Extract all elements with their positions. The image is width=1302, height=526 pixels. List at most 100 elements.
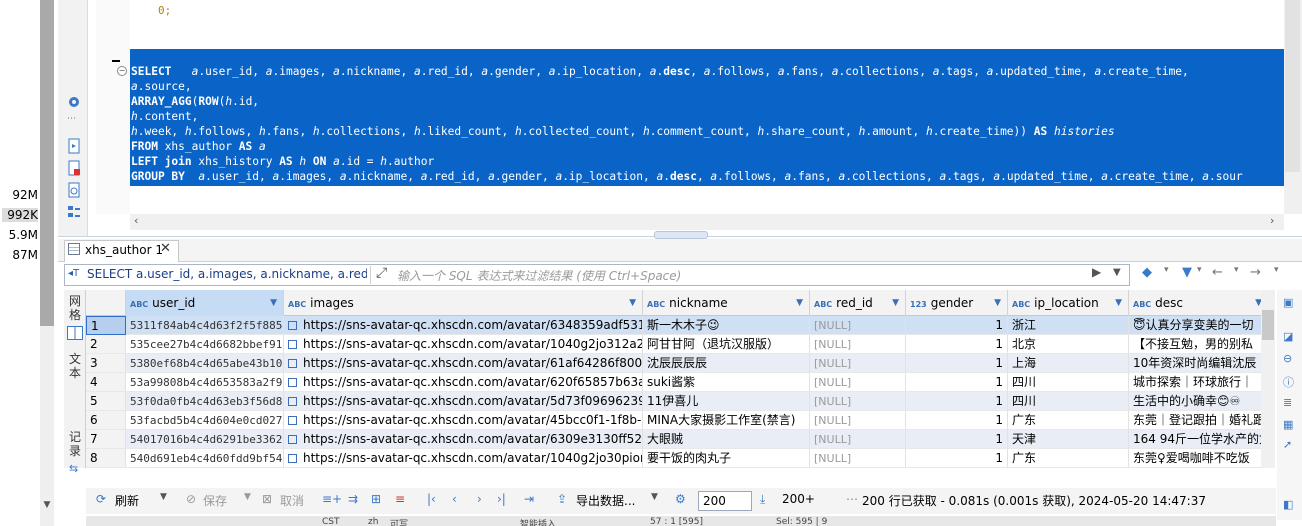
sort-icon[interactable]: ▼ — [994, 290, 1001, 316]
cell-images[interactable]: https://sns-avatar-qc.xhscdn.com/avatar/… — [284, 316, 643, 335]
apply-filter-icon[interactable]: ▶ — [1092, 265, 1101, 279]
row-number[interactable]: 8 — [86, 449, 126, 468]
column-header-desc[interactable]: ABCdesc▼ — [1129, 290, 1261, 316]
fetch-next-count[interactable]: 200+ — [782, 492, 815, 506]
cell-red-id[interactable]: [NULL] — [810, 392, 906, 411]
cell-ip-location[interactable]: 四川 — [1008, 392, 1129, 411]
cursor-icon[interactable]: ➚ — [1283, 438, 1292, 451]
info-icon[interactable]: ⓘ — [1283, 374, 1294, 390]
sort-icon[interactable]: ▼ — [1115, 290, 1122, 316]
chevron-down-icon[interactable]: ▾ — [1274, 265, 1279, 275]
cell-user-id[interactable]: 5311f84ab4c4d63f2f5f885c — [126, 316, 284, 335]
grid-scroll-thumb[interactable] — [1262, 310, 1274, 340]
cell-nickname[interactable]: 阿甘甘阿（退坑汉服版） — [643, 335, 810, 354]
refresh-button[interactable]: 刷新 — [115, 492, 139, 509]
cell-ip-location[interactable]: 广东 — [1008, 411, 1129, 430]
column-header-nickname[interactable]: ABC nickname ▼ — [643, 290, 810, 316]
first-page-icon[interactable]: |‹ — [427, 492, 436, 506]
gear-icon[interactable]: ⚙ — [675, 492, 686, 506]
cell-ip-location[interactable]: 上海 — [1008, 354, 1129, 373]
cell-desc[interactable]: 城市探索｜环球旅行｜ — [1129, 373, 1261, 392]
value-panel-icon[interactable]: ⊖ — [1283, 352, 1292, 365]
add-row-icon[interactable]: ≡+ — [322, 492, 342, 506]
layout-icon[interactable]: ◧ — [1283, 498, 1293, 511]
editor-horizontal-scrollbar[interactable] — [130, 214, 1284, 230]
cell-gender[interactable]: 1 — [906, 316, 1008, 335]
cell-images[interactable]: https://sns-avatar-qc.xhscdn.com/avatar/… — [284, 335, 643, 354]
cell-desc[interactable]: 10年资深时尚编辑沈辰 — [1129, 354, 1261, 373]
cell-nickname[interactable]: 沈辰辰辰辰 — [643, 354, 810, 373]
cell-gender[interactable]: 1 — [906, 354, 1008, 373]
more-icon[interactable]: ⋯ — [67, 114, 76, 124]
cell-ip-location[interactable]: 天津 — [1008, 430, 1129, 449]
cell-desc[interactable]: 东莞♀爱喝咖啡不吃饭 — [1129, 449, 1261, 468]
cell-red-id[interactable]: [NULL] — [810, 373, 906, 392]
explain-plan-icon[interactable] — [66, 182, 82, 198]
sql-code-line[interactable]: h.content, — [131, 109, 198, 124]
script-error-icon[interactable] — [66, 160, 82, 176]
refresh-icon[interactable]: ⟳ — [96, 492, 106, 506]
cell-user-id[interactable]: 53f0da0fb4c4d63eb3f56d8a — [126, 392, 284, 411]
cell-ip-location[interactable]: 四川 — [1008, 373, 1129, 392]
close-icon[interactable]: ✕ — [160, 241, 171, 256]
cell-gender[interactable]: 1 — [906, 411, 1008, 430]
table-row[interactable]: 7 54017016b4c4d6291be3362e https://sns-ava… — [86, 430, 1261, 449]
memory-scrollbar-thumb[interactable] — [40, 0, 54, 326]
table-row[interactable]: 4 53a99808b4c4d653583a2f92 https://sns-ava… — [86, 373, 1261, 392]
fold-toggle-icon[interactable]: − — [117, 66, 127, 76]
cell-red-id[interactable]: [NULL] — [810, 316, 906, 335]
column-header-red-id[interactable]: ABC red_id ▼ — [810, 290, 906, 316]
copy-row-icon[interactable]: ⇉ — [348, 492, 358, 506]
record-view-label[interactable]: 记录 — [66, 430, 84, 458]
table-row[interactable]: 5 53f0da0fb4c4d63eb3f56d8a https://sns-ava… — [86, 392, 1261, 411]
table-row[interactable]: 8 540d691eb4c4d60fdd9bf546 https://sns-ava… — [86, 449, 1261, 468]
link-icon[interactable] — [288, 435, 297, 444]
script-run-icon[interactable] — [66, 138, 82, 154]
panel-splitter-handle[interactable] — [654, 231, 708, 239]
cell-red-id[interactable]: [NULL] — [810, 430, 906, 449]
export-icon[interactable]: ⇪ — [557, 492, 567, 506]
cell-ip-location[interactable]: 广东 — [1008, 449, 1129, 468]
table-row[interactable]: 6 53facbd5b4c4d604e0cd027f https://sns-ava… — [86, 411, 1261, 430]
cell-nickname[interactable]: 斯一木木子😉 — [643, 316, 810, 335]
sort-icon[interactable]: ▼ — [629, 290, 636, 316]
cell-nickname[interactable]: suki酱紫 — [643, 373, 810, 392]
fetch-all-icon[interactable]: ⇥ — [524, 492, 534, 506]
chevron-down-icon[interactable]: ▾ — [1234, 265, 1239, 275]
text-view-label[interactable]: 文本 — [66, 352, 84, 380]
chevron-down-icon[interactable]: ▼ — [651, 492, 658, 502]
cell-gender[interactable]: 1 — [906, 373, 1008, 392]
back-arrow-icon[interactable]: ← — [1212, 265, 1223, 280]
chevron-down-icon[interactable]: ▾ — [1197, 265, 1202, 275]
cell-gender[interactable]: 1 — [906, 430, 1008, 449]
cell-user-id[interactable]: 5380ef68b4c4d65abe43b106 — [126, 354, 284, 373]
sql-code-line[interactable]: GROUP BY a.user_id, a.images, a.nickname… — [131, 169, 1243, 184]
chevron-down-icon[interactable]: ▼ — [40, 500, 54, 514]
filter-funnel-icon[interactable]: ▼ — [1182, 265, 1192, 280]
cell-nickname[interactable]: MINA大家摄影工作室(禁言) — [643, 411, 810, 430]
cell-images[interactable]: https://sns-avatar-qc.xhscdn.com/avatar/… — [284, 392, 643, 411]
record-mode-icon[interactable]: ⇆ — [69, 462, 78, 475]
cell-gender[interactable]: 1 — [906, 392, 1008, 411]
chevron-down-icon[interactable]: ▾ — [1164, 265, 1169, 275]
gear-icon[interactable] — [66, 94, 82, 110]
scroll-left-icon[interactable]: ‹ — [134, 214, 138, 227]
column-header-images[interactable]: ABC images ▼ — [284, 290, 643, 316]
last-page-icon[interactable]: ›| — [497, 492, 506, 506]
grid-view-label[interactable]: 网格 — [66, 294, 84, 322]
sql-code-line[interactable]: LEFT join xhs_history AS h ON a.id = h.a… — [131, 154, 434, 169]
cell-desc[interactable]: 😇认真分享变美的一切 — [1129, 316, 1261, 335]
fetch-size-input[interactable]: 200 — [698, 491, 752, 511]
cell-user-id[interactable]: 540d691eb4c4d60fdd9bf546 — [126, 449, 284, 468]
table-row[interactable]: 3 5380ef68b4c4d65abe43b106 https://sns-ava… — [86, 354, 1261, 373]
cell-desc[interactable]: 东莞｜登记跟拍｜婚礼跟 — [1129, 411, 1261, 430]
save-button[interactable]: 保存 — [203, 492, 227, 509]
cell-gender[interactable]: 1 — [906, 449, 1008, 468]
cell-images[interactable]: https://sns-avatar-qc.xhscdn.com/avatar/… — [284, 411, 643, 430]
table-row[interactable]: 2 535cee27b4c4d6682bbef914 https://sns-ava… — [86, 335, 1261, 354]
row-number[interactable]: 4 — [86, 373, 126, 392]
sql-code-line[interactable]: ARRAY_AGG(ROW(h.id, — [131, 94, 259, 109]
cell-desc[interactable]: 生活中的小确幸😊♾ — [1129, 392, 1261, 411]
filter-input[interactable]: 输入一个 SQL 表达式来过滤结果 (使用 Ctrl+Space) — [397, 267, 681, 284]
cell-images[interactable]: https://sns-avatar-qc.xhscdn.com/avatar/… — [284, 373, 643, 392]
